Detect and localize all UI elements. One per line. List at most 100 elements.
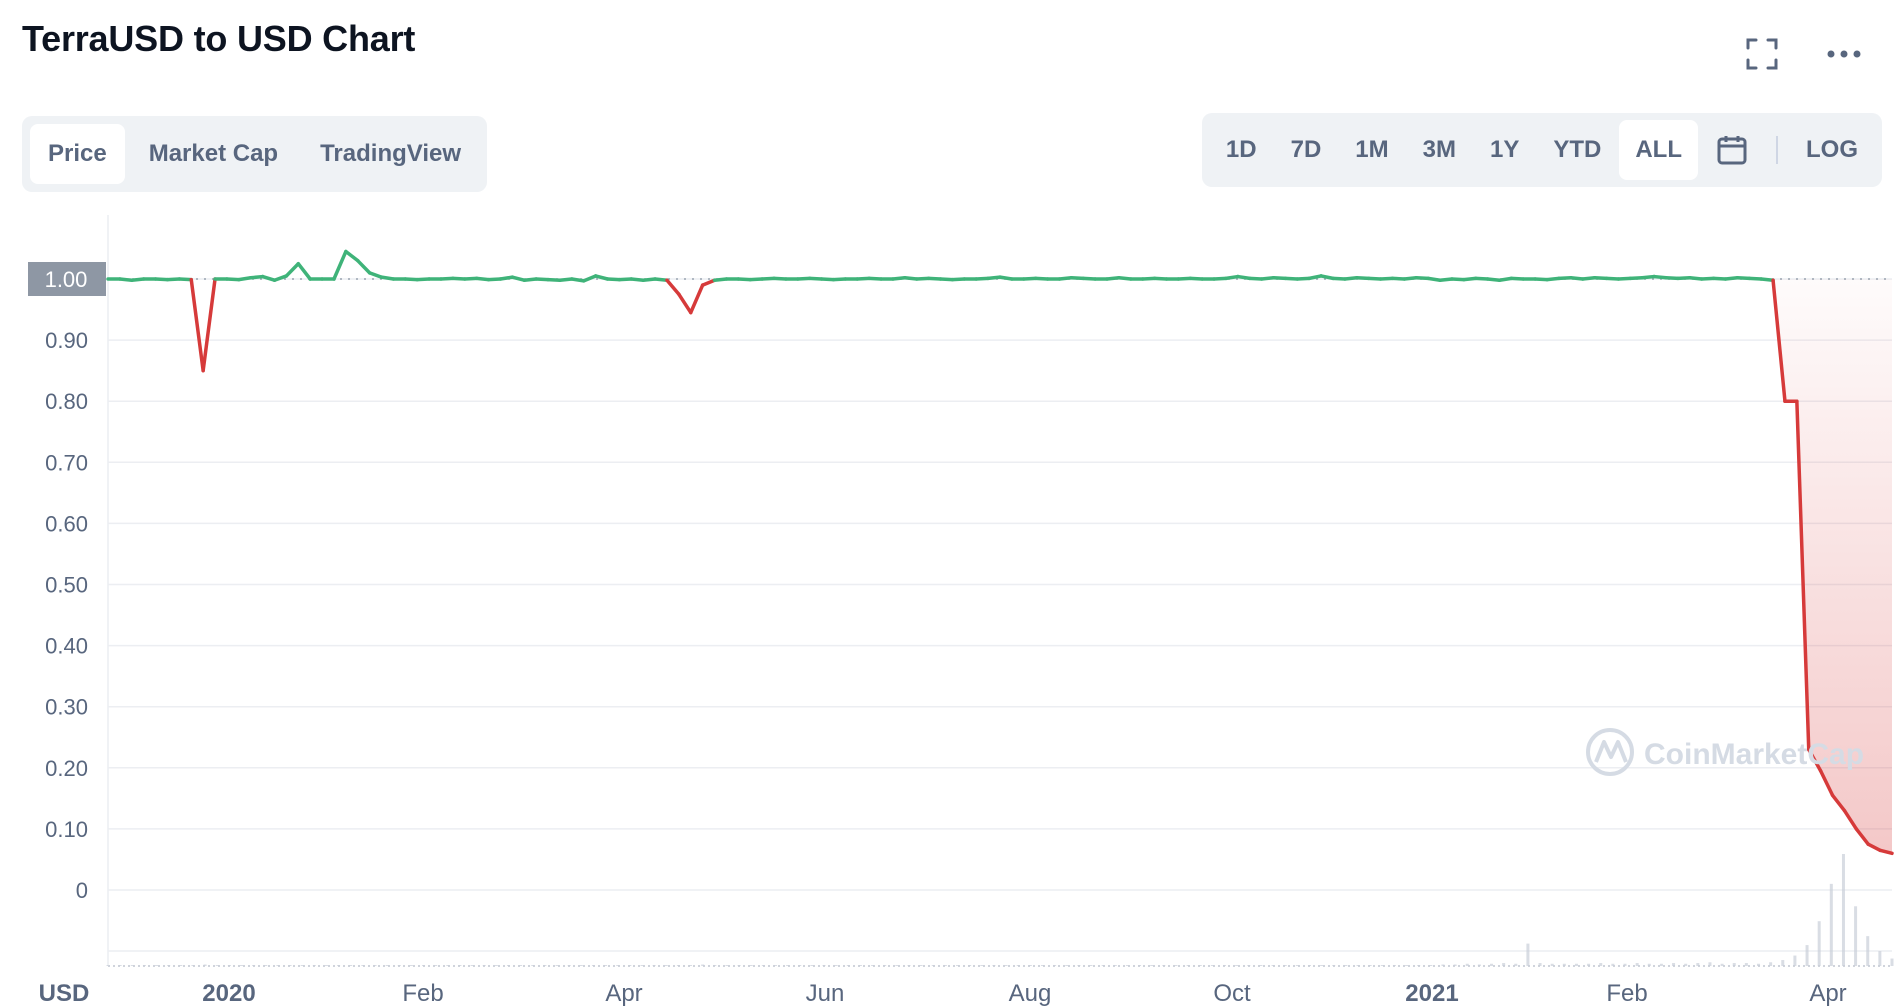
price-line-segment	[1723, 276, 1740, 281]
price-line-segment	[867, 276, 883, 281]
volume-bar	[361, 965, 365, 966]
volume-bar	[1016, 965, 1020, 966]
price-line-segment	[1711, 276, 1728, 281]
price-line-segment	[1390, 276, 1407, 281]
volume-bar	[288, 965, 292, 966]
x-tick-label: Apr	[1809, 980, 1846, 1007]
volume-bar	[798, 965, 802, 966]
volume-bar	[1113, 965, 1117, 966]
volume-bar	[956, 965, 960, 966]
volume-bar	[810, 965, 814, 966]
volume-bar	[1562, 963, 1566, 966]
price-line-segment	[1426, 276, 1442, 282]
volume-bar	[773, 965, 777, 966]
price-line-segment	[807, 276, 824, 281]
volume-bar	[689, 965, 693, 966]
volume-bar	[1307, 965, 1311, 966]
volume-bar	[579, 965, 583, 966]
price-line-segment	[1676, 276, 1692, 281]
price-line-segment	[1117, 276, 1133, 281]
price-line-segment	[284, 261, 301, 278]
volume-bar	[1708, 962, 1712, 966]
price-line-segment	[474, 276, 491, 282]
x-tick-label: Apr	[605, 980, 642, 1007]
volume-bar	[1866, 936, 1870, 966]
price-line-segment	[831, 277, 848, 282]
volume-bar	[640, 965, 644, 966]
volume-bar	[822, 965, 826, 966]
volume-bar	[531, 965, 535, 966]
volume-bar	[761, 965, 765, 966]
volume-bar	[106, 965, 110, 966]
volume-bar	[155, 965, 159, 966]
y-tick-label: 1.00	[45, 267, 88, 292]
volume-bar	[118, 965, 122, 966]
volume-bar	[834, 965, 838, 966]
volume-bar	[1757, 963, 1761, 966]
price-line-segment	[1176, 276, 1193, 281]
volume-bar	[1356, 965, 1360, 966]
y-tick-label: 0	[76, 878, 88, 903]
price-line-segment	[641, 277, 657, 282]
volume-bar	[1417, 965, 1421, 966]
volume-bar	[591, 965, 595, 966]
volume-bar	[130, 965, 134, 966]
price-line-segment	[534, 277, 550, 282]
price-line-segment	[1485, 277, 1502, 282]
volume-bar	[349, 965, 353, 966]
volume-bar	[215, 965, 219, 966]
price-line-segment	[748, 277, 764, 282]
price-line-segment	[1533, 277, 1549, 282]
volume-bar	[725, 965, 729, 966]
volume-bar	[191, 965, 195, 966]
volume-bar	[1138, 965, 1142, 966]
price-line-segment	[522, 277, 538, 282]
volume-bar	[1574, 963, 1578, 966]
price-line-segment	[1236, 274, 1252, 281]
volume-bar	[1344, 965, 1348, 966]
volume-bar	[264, 965, 268, 966]
x-tick-label: Feb	[402, 980, 443, 1007]
volume-bar	[1162, 965, 1166, 966]
price-line-segment	[1414, 276, 1430, 281]
volume-bar	[1732, 963, 1736, 966]
price-line-segment	[1604, 276, 1621, 281]
price-line-segment	[1378, 276, 1395, 281]
volume-bar	[749, 965, 753, 966]
price-line-segment	[689, 283, 705, 315]
volume-bar	[1805, 945, 1809, 966]
volume-bar	[1490, 963, 1494, 966]
volume-bar	[1028, 965, 1032, 966]
volume-bar	[701, 964, 705, 966]
volume-bar	[1890, 958, 1894, 966]
price-line-segment	[403, 277, 419, 282]
volume-bar	[652, 965, 656, 966]
volume-bar	[1065, 965, 1069, 966]
volume-bar	[1368, 965, 1372, 966]
price-line-segment	[1022, 276, 1038, 281]
volume-bar	[1210, 965, 1214, 966]
price-line-segment	[189, 277, 205, 373]
price-line-segment	[1557, 276, 1573, 281]
y-tick-label: 0.20	[45, 756, 88, 781]
volume-bar	[470, 965, 474, 966]
price-line-segment	[1343, 276, 1359, 281]
price-line-segment	[938, 277, 955, 282]
price-line-segment	[1473, 276, 1490, 281]
price-line-segment	[1355, 276, 1371, 281]
volume-bar	[1854, 906, 1858, 966]
volume-bar	[992, 965, 996, 966]
volume-bar	[883, 965, 887, 966]
volume-bar	[1526, 943, 1530, 966]
volume-bar	[312, 965, 316, 966]
watermark-text: CoinMarketCap	[1644, 738, 1864, 771]
volume-bar	[1538, 963, 1542, 966]
price-line-segment	[415, 277, 431, 282]
volume-bar	[664, 965, 668, 966]
price-line-segment	[367, 271, 384, 279]
price-line-segment	[974, 276, 990, 281]
price-line-segment	[510, 275, 527, 282]
price-line-segment	[1307, 274, 1323, 281]
price-line-segment	[736, 277, 752, 282]
volume-bar	[1684, 963, 1688, 966]
